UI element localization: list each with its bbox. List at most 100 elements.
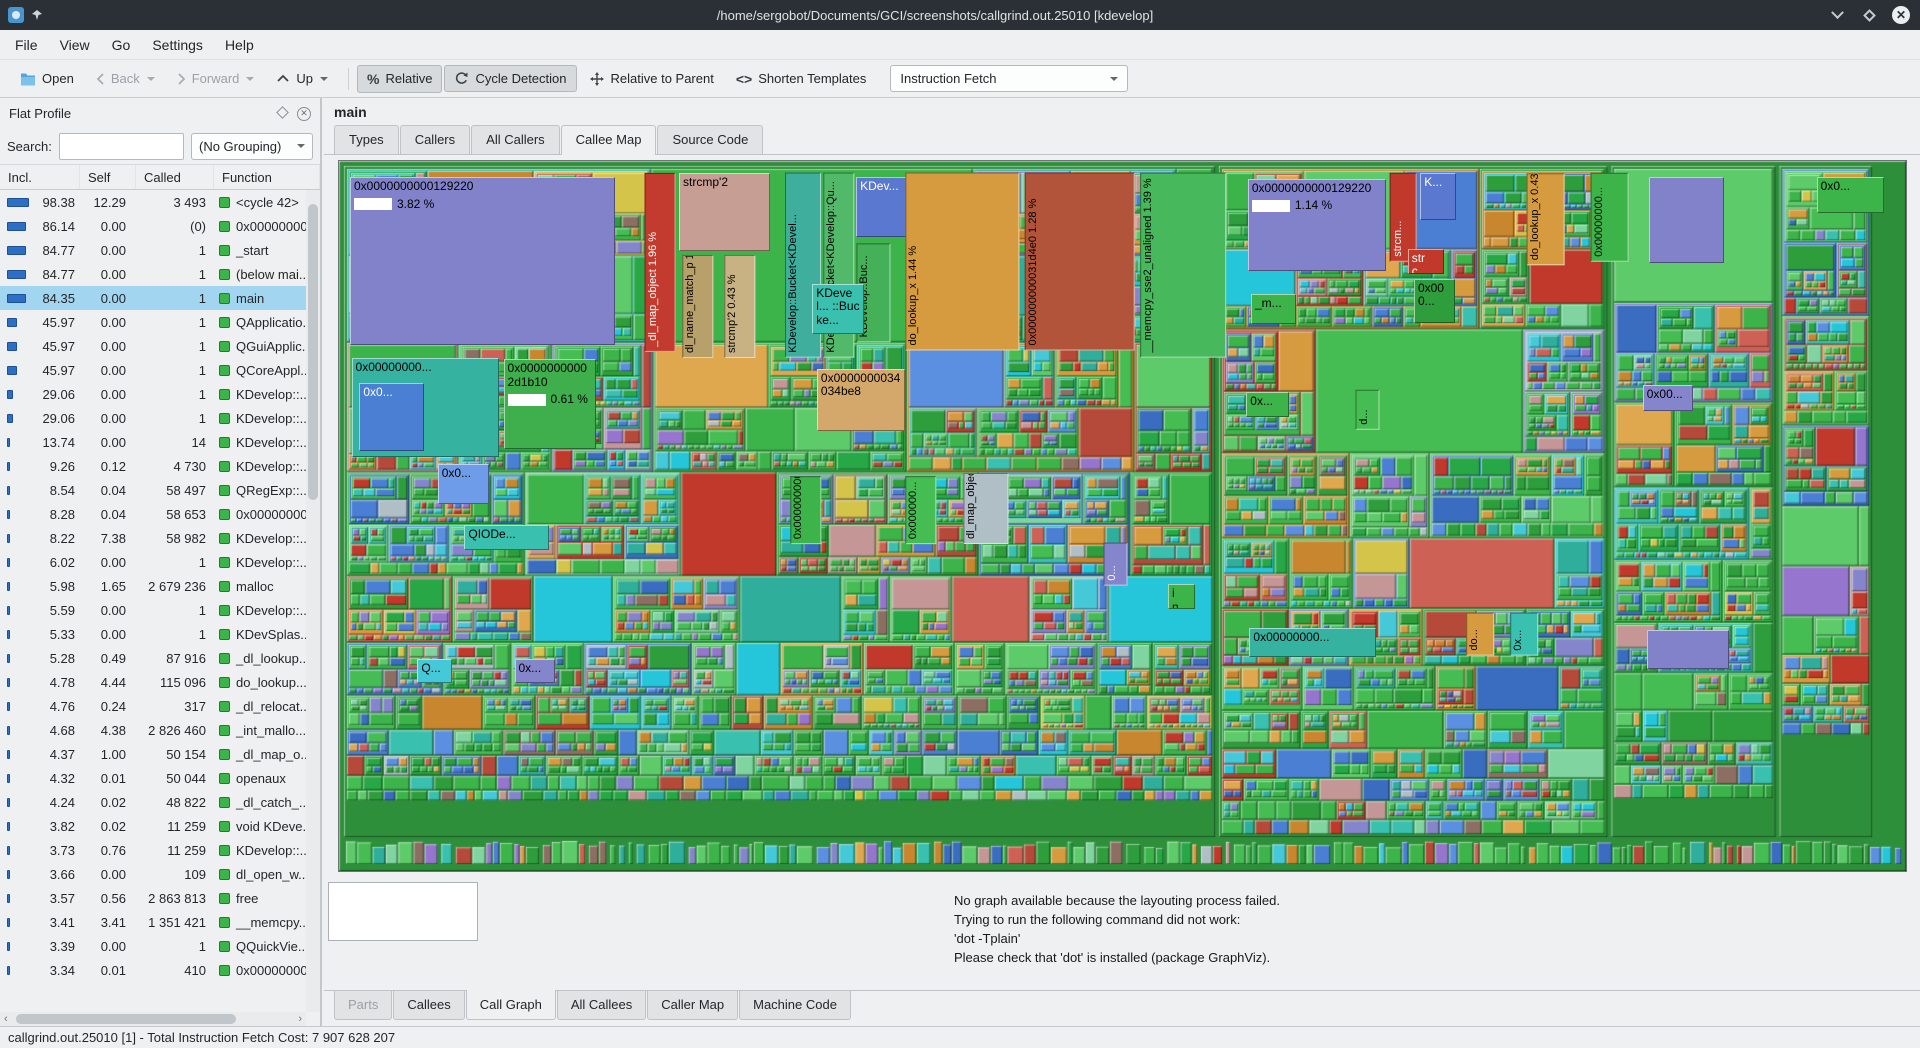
tab-machine-code[interactable]: Machine Code bbox=[739, 991, 851, 1020]
open-button[interactable]: Open bbox=[10, 65, 84, 92]
scroll-right-icon[interactable]: › bbox=[298, 1012, 302, 1026]
table-row[interactable]: 6.020.001KDevelop::... bbox=[0, 550, 306, 574]
forward-dropdown-icon[interactable] bbox=[246, 77, 254, 81]
search-input[interactable] bbox=[59, 133, 184, 160]
table-row[interactable]: 84.770.001_start bbox=[0, 238, 306, 262]
treemap-block[interactable]: KDevel... ::Bucke... bbox=[812, 284, 864, 334]
treemap-block[interactable]: 0x00000000001292203.82 % bbox=[350, 177, 615, 345]
treemap-block[interactable]: 0x0... bbox=[438, 464, 490, 504]
table-row[interactable]: 45.970.001QGuiApplic... bbox=[0, 334, 306, 358]
table-row[interactable]: 8.227.3858 982KDevelop::... bbox=[0, 526, 306, 550]
menu-view[interactable]: View bbox=[49, 33, 101, 57]
column-header-called[interactable]: Called bbox=[136, 165, 214, 189]
treemap-block[interactable]: 0x000000... bbox=[905, 476, 936, 544]
menu-go[interactable]: Go bbox=[101, 33, 142, 57]
maximize-button[interactable] bbox=[1860, 6, 1878, 24]
table-row[interactable]: 98.3812.293 493<cycle 42> bbox=[0, 190, 306, 214]
grouping-combobox[interactable]: (No Grouping) bbox=[191, 133, 313, 160]
treemap-block[interactable]: 0x00... bbox=[1643, 385, 1693, 411]
tab-caller-map[interactable]: Caller Map bbox=[647, 991, 738, 1020]
treemap-block[interactable]: KDev... bbox=[856, 177, 911, 237]
tab-source-code[interactable]: Source Code bbox=[657, 125, 763, 154]
graph-birdseye-view[interactable] bbox=[328, 882, 478, 941]
table-row[interactable]: 3.660.00109dl_open_w... bbox=[0, 862, 306, 886]
table-row[interactable]: 3.730.7611 259KDevelop::... bbox=[0, 838, 306, 862]
close-button[interactable]: ✕ bbox=[1892, 6, 1910, 24]
treemap-block[interactable]: strc... bbox=[1408, 249, 1444, 274]
treemap-block[interactable]: strcmp'2 0.43 % bbox=[724, 255, 755, 358]
tab-parts[interactable]: Parts bbox=[334, 991, 392, 1020]
treemap-block[interactable]: Q... bbox=[417, 659, 451, 682]
table-row[interactable]: 29.060.001KDevelop::... bbox=[0, 406, 306, 430]
treemap-block[interactable]: do_lookup_x 1.44 % bbox=[905, 173, 1019, 351]
tab-callers[interactable]: Callers bbox=[400, 125, 470, 154]
column-header-incl[interactable]: Incl. bbox=[0, 165, 80, 189]
float-button[interactable] bbox=[278, 106, 287, 120]
table-row[interactable]: 9.260.124 730KDevelop::... bbox=[0, 454, 306, 478]
cycle-detection-toggle[interactable]: Cycle Detection bbox=[444, 65, 576, 92]
relative-to-parent-toggle[interactable]: Relative to Parent bbox=[579, 65, 724, 93]
relative-toggle[interactable]: % Relative bbox=[357, 65, 442, 93]
column-header-self[interactable]: Self bbox=[80, 165, 136, 189]
treemap-block[interactable]: do... bbox=[1466, 613, 1494, 656]
treemap-block[interactable]: _m... bbox=[1251, 294, 1296, 324]
table-row[interactable]: 13.740.0014KDevelop::... bbox=[0, 430, 306, 454]
minimize-button[interactable] bbox=[1828, 6, 1846, 24]
table-row[interactable]: 3.413.411 351 421__memcpy... bbox=[0, 910, 306, 934]
table-row[interactable]: 4.320.0150 044openaux bbox=[0, 766, 306, 790]
treemap-block[interactable]: 0x000000000461... bbox=[790, 476, 821, 544]
vertical-scrollbar[interactable] bbox=[306, 190, 320, 1012]
tab-all-callers[interactable]: All Callers bbox=[471, 125, 560, 154]
treemap-block[interactable]: 0x... bbox=[1246, 392, 1288, 418]
table-row[interactable]: 84.350.001main bbox=[0, 286, 306, 310]
treemap-block[interactable]: 0x00000000... bbox=[1591, 173, 1629, 262]
tab-call-graph[interactable]: Call Graph bbox=[466, 990, 556, 1020]
table-row[interactable]: 8.280.0458 6530x00000000... bbox=[0, 502, 306, 526]
table-row[interactable]: 8.540.0458 497QRegExp::... bbox=[0, 478, 306, 502]
menu-settings[interactable]: Settings bbox=[141, 33, 214, 57]
treemap-block[interactable]: strcmp'2 bbox=[679, 173, 770, 251]
table-row[interactable]: 4.784.44115 096do_lookup... bbox=[0, 670, 306, 694]
tab-types[interactable]: Types bbox=[334, 125, 399, 154]
table-row[interactable]: 5.590.001KDevelop::... bbox=[0, 598, 306, 622]
menu-help[interactable]: Help bbox=[214, 33, 265, 57]
treemap-block[interactable]: QIODe... bbox=[464, 525, 549, 551]
table-row[interactable]: 5.330.001KDevSplas... bbox=[0, 622, 306, 646]
horizontal-scrollbar[interactable]: ‹ › bbox=[0, 1012, 306, 1026]
table-row[interactable]: 4.760.24317_dl_relocat... bbox=[0, 694, 306, 718]
treemap-block[interactable]: _dl_map_object 1.96 % bbox=[645, 173, 676, 352]
menu-file[interactable]: File bbox=[4, 33, 49, 57]
column-header-function[interactable]: Function bbox=[214, 165, 320, 189]
treemap-block[interactable]: 0... bbox=[1104, 543, 1128, 586]
table-row[interactable]: 86.140.00(0)0x00000000... bbox=[0, 214, 306, 238]
treemap-block[interactable]: in... bbox=[1168, 584, 1195, 609]
vertical-scrollbar-thumb[interactable] bbox=[308, 204, 318, 500]
treemap-block[interactable]: 0x00000000001292201.14 % bbox=[1248, 179, 1386, 271]
treemap-block[interactable]: 0x000000000031d4e0 1.28 % bbox=[1025, 173, 1135, 351]
table-row[interactable]: 3.390.001QQuickVie... bbox=[0, 934, 306, 958]
treemap-block[interactable]: d... bbox=[1356, 390, 1380, 430]
horizontal-scrollbar-thumb[interactable] bbox=[16, 1014, 236, 1024]
table-row[interactable]: 4.684.382 826 460_int_mallo... bbox=[0, 718, 306, 742]
treemap-block[interactable] bbox=[1649, 177, 1724, 262]
table-row[interactable]: 4.371.0050 154_dl_map_o... bbox=[0, 742, 306, 766]
dock-close-button[interactable]: ✕ bbox=[297, 105, 311, 121]
treemap-block[interactable]: 0x... bbox=[1510, 613, 1538, 656]
table-row[interactable]: 29.060.001KDevelop::... bbox=[0, 382, 306, 406]
table-row[interactable]: 3.340.014100x00000000... bbox=[0, 958, 306, 982]
table-row[interactable]: 3.820.0211 259void KDeve... bbox=[0, 814, 306, 838]
treemap-block[interactable]: 0x0000000034034be8 bbox=[817, 369, 905, 431]
treemap-block[interactable]: 0x... bbox=[515, 659, 556, 682]
scroll-left-icon[interactable]: ‹ bbox=[4, 1012, 8, 1026]
shorten-templates-toggle[interactable]: <> Shorten Templates bbox=[726, 65, 877, 93]
tab-callees[interactable]: Callees bbox=[393, 991, 464, 1020]
treemap-block[interactable]: 0x00000000002d1b100.61 % bbox=[504, 359, 596, 448]
treemap-block[interactable] bbox=[1647, 630, 1728, 669]
table-row[interactable]: 45.970.001QCoreAppl... bbox=[0, 358, 306, 382]
event-type-combobox[interactable]: Instruction Fetch bbox=[890, 65, 1128, 92]
tab-callee-map[interactable]: Callee Map bbox=[561, 125, 657, 155]
back-dropdown-icon[interactable] bbox=[147, 77, 155, 81]
treemap-block[interactable]: dl_name_match_p 1.04 % bbox=[682, 255, 713, 358]
treemap-block[interactable]: 0x0... bbox=[1817, 177, 1884, 213]
treemap-block[interactable]: dl_map_object_... bbox=[963, 473, 1008, 544]
